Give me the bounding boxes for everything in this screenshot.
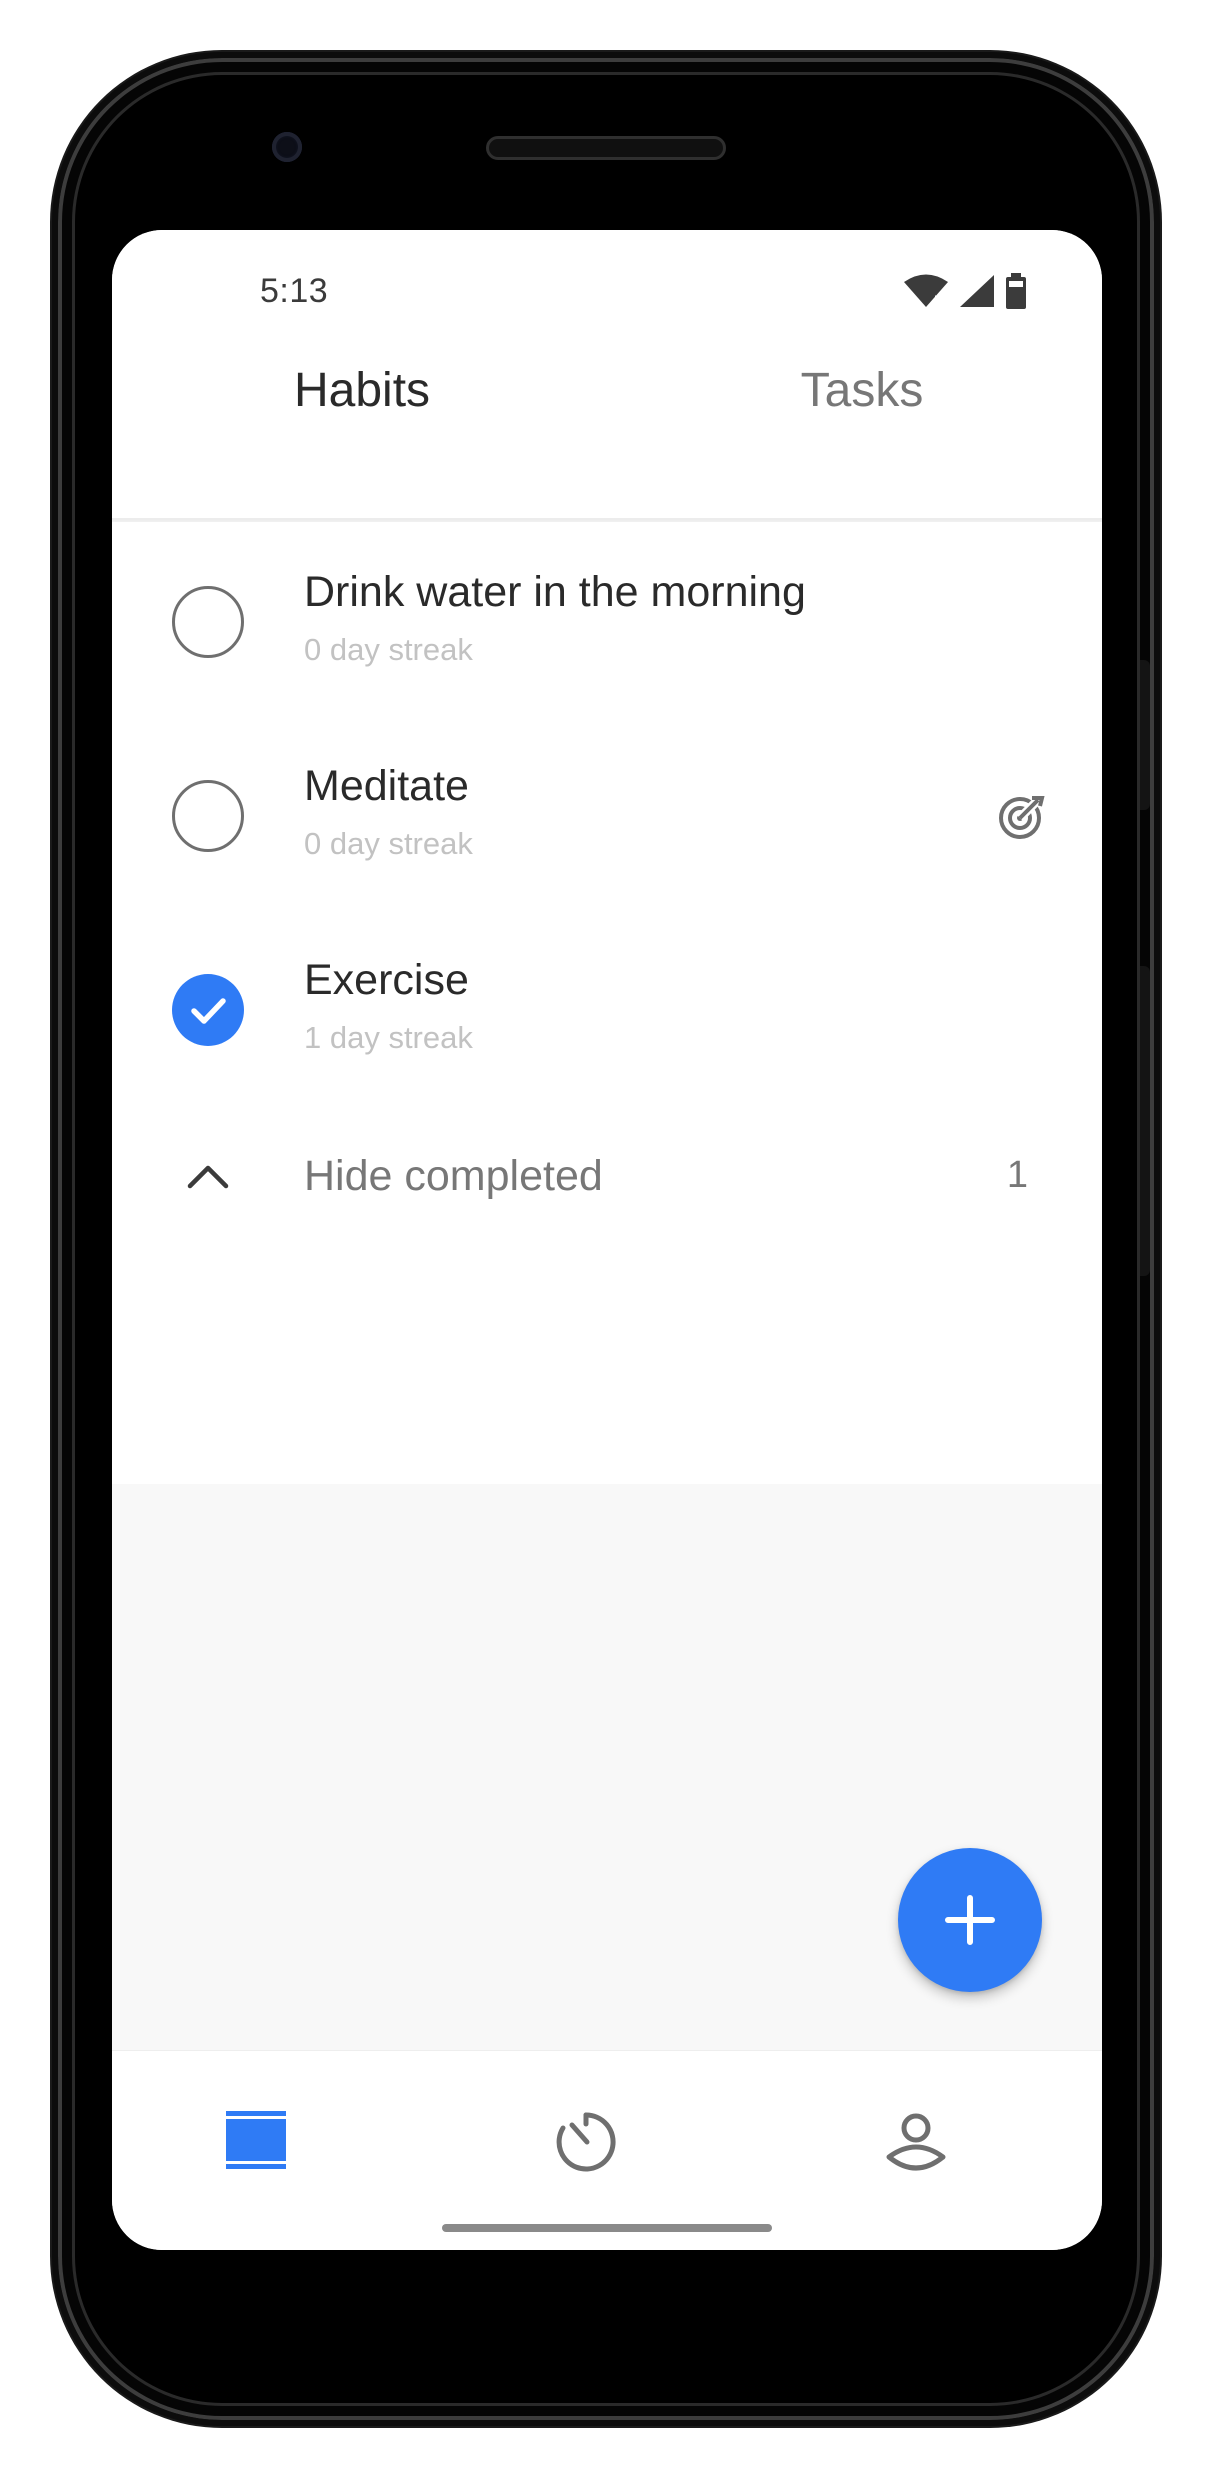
status-time: 5:13: [260, 272, 329, 310]
habit-name: Meditate: [304, 762, 469, 810]
wifi-icon: [904, 274, 948, 307]
tab-bar: Habits Tasks: [112, 330, 1102, 591]
habit-checkbox[interactable]: [172, 586, 244, 658]
habit-streak: 0 day streak: [304, 826, 473, 861]
bottom-nav: [112, 2050, 1102, 2250]
habit-name: Exercise: [304, 956, 469, 1004]
earpiece-speaker: [486, 136, 726, 160]
plus-icon: [945, 1895, 995, 1945]
nav-habits[interactable]: [196, 2091, 316, 2191]
battery-icon: [1006, 273, 1026, 309]
habit-checkbox-checked[interactable]: [172, 974, 244, 1046]
nav-timer[interactable]: [526, 2091, 646, 2191]
habit-checkbox[interactable]: [172, 780, 244, 852]
power-button: [1140, 966, 1150, 1276]
habits-list-icon: [226, 2111, 286, 2169]
profile-icon: [886, 2113, 946, 2171]
goal-target-icon[interactable]: [996, 792, 1046, 842]
timer-icon: [556, 2112, 616, 2172]
nav-profile[interactable]: [856, 2091, 976, 2191]
front-camera: [272, 132, 302, 162]
cellular-signal-icon: [960, 275, 994, 307]
list-item[interactable]: Drink water in the morning 0 day streak: [112, 522, 1102, 716]
list-item[interactable]: Exercise 1 day streak: [112, 910, 1102, 1104]
volume-button: [1140, 660, 1150, 810]
habit-streak: 1 day streak: [304, 1020, 473, 1055]
gesture-navigation-bar[interactable]: [442, 2224, 772, 2232]
status-icons: [902, 272, 1030, 310]
add-habit-button[interactable]: [898, 1848, 1042, 1992]
hide-completed-toggle[interactable]: Hide completed 1: [112, 1104, 1102, 1254]
tab-habits[interactable]: Habits: [252, 330, 472, 450]
hide-completed-label: Hide completed: [304, 1152, 603, 1200]
list-item[interactable]: Meditate 0 day streak: [112, 716, 1102, 910]
completed-count: 1: [1006, 1154, 1028, 1196]
habit-streak: 0 day streak: [304, 632, 473, 667]
habit-name: Drink water in the morning: [304, 568, 806, 616]
check-icon: [191, 998, 226, 1024]
tab-tasks[interactable]: Tasks: [752, 330, 972, 450]
status-bar: 5:13: [112, 230, 1102, 330]
phone-screen: 5:13 Habits Tasks Drink water in the mor…: [112, 230, 1102, 2250]
chevron-up-icon: [187, 1165, 229, 1189]
habit-list: Drink water in the morning 0 day streak …: [112, 522, 1102, 1484]
